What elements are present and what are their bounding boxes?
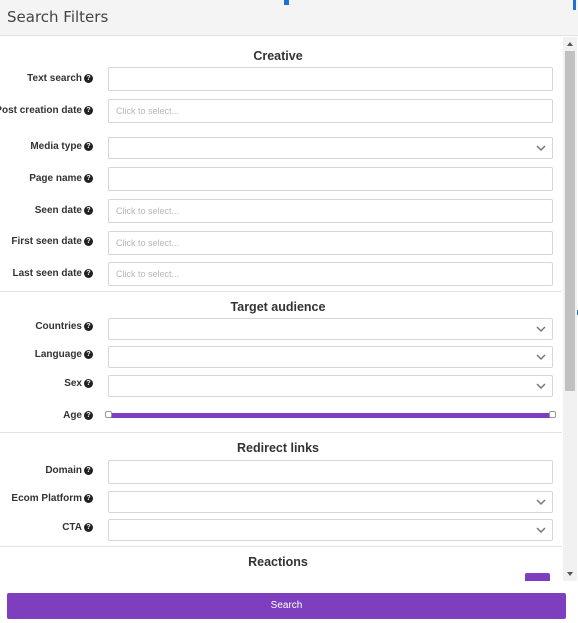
question-circle-icon[interactable]: ? <box>84 350 93 359</box>
domain-input[interactable] <box>108 460 553 484</box>
language-label: Language? <box>35 348 93 361</box>
seen-date-picker[interactable]: Click to select... <box>108 199 553 223</box>
question-circle-icon[interactable]: ? <box>84 142 93 151</box>
language-select[interactable] <box>108 346 553 368</box>
section-title-redirect-links: Redirect links <box>237 441 319 455</box>
post-creation-date-label: Post creation date? <box>0 104 93 117</box>
chevron-down-icon <box>536 354 546 361</box>
question-circle-icon[interactable]: ? <box>84 206 93 215</box>
chevron-down-icon <box>536 383 546 390</box>
question-circle-icon[interactable]: ? <box>84 74 93 83</box>
panel-title: Search Filters <box>7 8 109 26</box>
domain-label: Domain? <box>45 464 93 477</box>
filters-header: Search Filters <box>0 0 578 36</box>
sex-label: Sex? <box>64 377 93 390</box>
age-min-handle[interactable] <box>105 411 112 418</box>
age-range-slider[interactable] <box>105 411 556 418</box>
resize-handle-top[interactable] <box>284 0 289 5</box>
text-search-label: Text search? <box>27 72 93 85</box>
post-creation-date-picker[interactable]: Click to select... <box>108 99 553 123</box>
resize-handle-top-right[interactable] <box>573 0 576 10</box>
section-divider <box>0 546 562 547</box>
question-circle-icon[interactable]: ? <box>84 237 93 246</box>
countries-select[interactable] <box>108 318 553 340</box>
vertical-scrollbar[interactable] <box>563 37 577 581</box>
cta-select[interactable] <box>108 519 553 541</box>
first-seen-date-label: First seen date? <box>11 235 93 248</box>
media-type-select[interactable] <box>108 137 553 159</box>
scroll-down-arrow-icon[interactable] <box>567 572 573 576</box>
last-seen-date-placeholder: Click to select... <box>116 269 180 279</box>
seen-date-placeholder: Click to select... <box>116 206 180 216</box>
filters-scroll-area: Creative Text search? Post creation date… <box>0 37 563 581</box>
first-seen-date-placeholder: Click to select... <box>116 238 180 248</box>
search-button[interactable]: Search <box>7 593 566 619</box>
section-title-creative: Creative <box>253 49 303 63</box>
question-circle-icon[interactable]: ? <box>84 322 93 331</box>
chevron-down-icon <box>536 527 546 534</box>
section-divider <box>0 291 562 292</box>
reactions-range-handle[interactable] <box>525 573 550 581</box>
media-type-label: Media type? <box>30 140 93 153</box>
question-circle-icon[interactable]: ? <box>84 523 93 532</box>
cta-label: CTA? <box>62 521 93 534</box>
section-title-target-audience: Target audience <box>230 300 326 314</box>
page-name-label: Page name? <box>29 172 93 185</box>
countries-label: Countries? <box>35 320 93 333</box>
seen-date-label: Seen date? <box>35 204 93 217</box>
scroll-up-arrow-icon[interactable] <box>567 42 573 46</box>
question-circle-icon[interactable]: ? <box>84 466 93 475</box>
filters-footer: Search <box>0 582 578 623</box>
post-creation-date-placeholder: Click to select... <box>116 106 180 116</box>
text-search-input[interactable] <box>108 67 553 91</box>
question-circle-icon[interactable]: ? <box>84 174 93 183</box>
last-seen-date-label: Last seen date? <box>13 267 93 280</box>
ecom-platform-label: Ecom Platform? <box>11 492 93 505</box>
sex-select[interactable] <box>108 375 553 397</box>
scrollbar-thumb[interactable] <box>565 51 575 391</box>
age-label: Age? <box>63 409 93 422</box>
chevron-down-icon <box>536 145 546 152</box>
first-seen-date-picker[interactable]: Click to select... <box>108 231 553 255</box>
question-circle-icon[interactable]: ? <box>84 379 93 388</box>
question-circle-icon[interactable]: ? <box>84 411 93 420</box>
page-name-input[interactable] <box>108 167 553 191</box>
last-seen-date-picker[interactable]: Click to select... <box>108 262 553 286</box>
question-circle-icon[interactable]: ? <box>84 494 93 503</box>
section-title-reactions: Reactions <box>248 555 308 569</box>
chevron-down-icon <box>536 499 546 506</box>
section-divider <box>0 432 562 433</box>
age-max-handle[interactable] <box>549 411 556 418</box>
question-circle-icon[interactable]: ? <box>84 269 93 278</box>
chevron-down-icon <box>536 326 546 333</box>
question-circle-icon[interactable]: ? <box>84 106 93 115</box>
ecom-platform-select[interactable] <box>108 491 553 513</box>
